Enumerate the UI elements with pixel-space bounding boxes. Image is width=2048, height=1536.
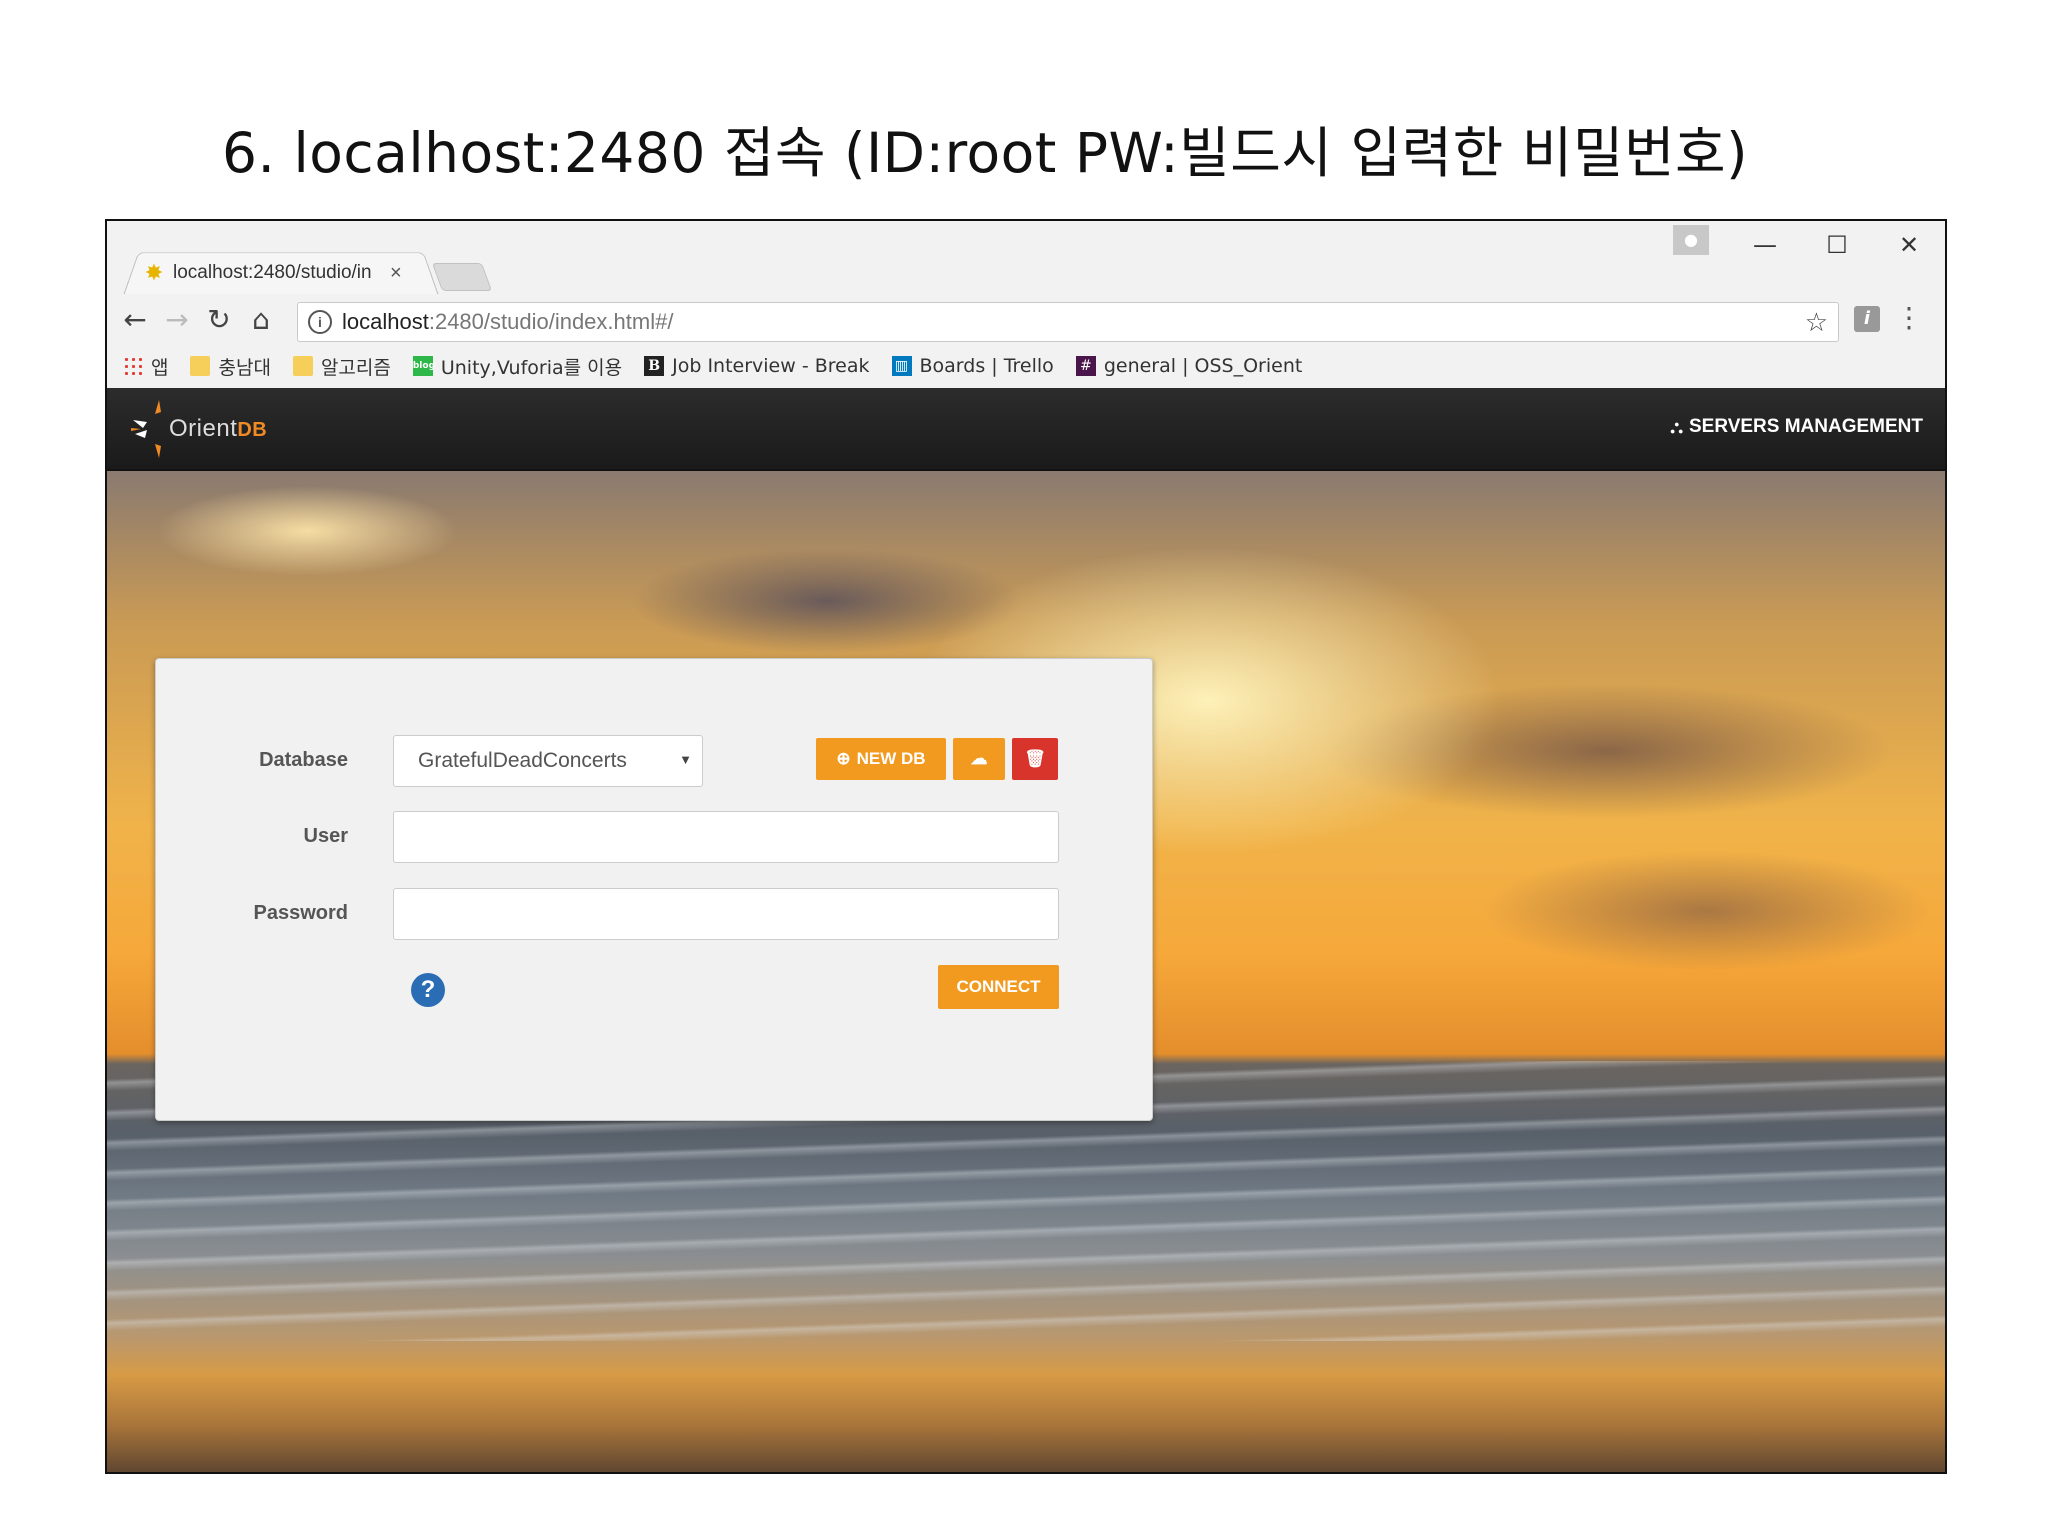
bookmark-label: 충남대 xyxy=(218,356,271,379)
folder-icon xyxy=(190,356,211,376)
b-logo-icon: B xyxy=(644,356,665,376)
tab-strip: ✸ localhost:2480/studio/in × ● — ☐ ✕ xyxy=(107,221,1945,296)
window-controls: ● — ☐ ✕ xyxy=(1673,221,1945,269)
extension-icon[interactable]: i xyxy=(1854,306,1880,332)
bookmark-job-interview[interactable]: B Job Interview - Break xyxy=(644,355,870,377)
user-input[interactable] xyxy=(393,811,1059,863)
servers-management-link[interactable]: ⛬ SERVERS MANAGEMENT xyxy=(1670,416,1923,438)
sitemap-icon: ⛬ xyxy=(1670,416,1683,437)
tab-title: localhost:2480/studio/in xyxy=(173,262,372,283)
bookmark-unity[interactable]: blog Unity,Vuforia를 이용 xyxy=(412,353,623,380)
connect-label: CONNECT xyxy=(956,977,1041,996)
sun-favicon-icon: ✸ xyxy=(144,260,164,285)
bookmark-label: 앱 xyxy=(151,356,169,379)
orientdb-wordmark: OrientDB xyxy=(169,415,267,443)
browser-toolbar: ← → ↻ ⌂ i localhost:2480/studio/index.ht… xyxy=(107,294,1945,344)
new-db-button[interactable]: ⊕ NEW DB xyxy=(816,738,946,780)
plus-circle-icon: ⊕ xyxy=(836,749,851,768)
home-icon[interactable]: ⌂ xyxy=(243,302,279,338)
database-select[interactable]: GratefulDeadConcerts ▼ xyxy=(393,735,703,787)
slide-title: 6. localhost:2480 접속 (ID:root PW:빌드시 입력한… xyxy=(222,121,1749,185)
bookmark-star-icon[interactable]: ☆ xyxy=(1805,307,1828,338)
logo-accent: DB xyxy=(237,419,268,441)
bookmark-label: Unity,Vuforia를 이용 xyxy=(440,356,623,379)
address-path: :2480/studio/index.html#/ xyxy=(428,309,674,334)
bookmark-slack[interactable]: # general | OSS_Orient xyxy=(1075,355,1303,377)
caret-down-icon: ▼ xyxy=(679,752,692,767)
password-label: Password xyxy=(253,902,348,924)
back-arrow-icon[interactable]: ← xyxy=(117,302,153,338)
bookmark-apps[interactable]: 앱 xyxy=(123,353,168,380)
slack-hash-icon: # xyxy=(1075,356,1096,376)
cloud-download-icon: ☁ xyxy=(970,749,988,768)
browser-menu-icon[interactable]: ⋮ xyxy=(1895,304,1923,332)
connect-button[interactable]: CONNECT xyxy=(938,965,1059,1009)
bookmark-trello[interactable]: ▥ Boards | Trello xyxy=(891,355,1054,377)
browser-window: ✸ localhost:2480/studio/in × ● — ☐ ✕ ← →… xyxy=(105,219,1947,1474)
bookmark-folder-algorithm[interactable]: 알고리즘 xyxy=(292,353,391,380)
apps-grid-icon xyxy=(123,356,143,376)
minimize-button[interactable]: — xyxy=(1729,231,1801,259)
user-label: User xyxy=(303,825,348,847)
blog-icon: blog xyxy=(412,356,435,376)
trello-icon: ▥ xyxy=(891,356,912,376)
folder-icon xyxy=(292,356,313,376)
bookmark-label: general | OSS_Orient xyxy=(1103,355,1303,377)
app-header: OrientDB ⛬ SERVERS MANAGEMENT xyxy=(107,388,1945,471)
bookmark-folder-chungnam[interactable]: 충남대 xyxy=(190,353,271,380)
delete-db-button[interactable]: 🗑 xyxy=(1012,738,1058,780)
servers-management-label: SERVERS MANAGEMENT xyxy=(1688,416,1923,437)
help-icon[interactable]: ? xyxy=(411,973,445,1007)
address-bar[interactable]: i localhost:2480/studio/index.html#/ ☆ xyxy=(297,302,1839,342)
reload-icon[interactable]: ↻ xyxy=(201,302,237,338)
bookmark-label: 알고리즘 xyxy=(320,356,391,379)
database-label: Database xyxy=(259,749,348,771)
bookmark-label: Boards | Trello xyxy=(919,355,1054,377)
browser-tab-content[interactable]: ✸ localhost:2480/studio/in × xyxy=(143,258,433,288)
sunset-background: Database GratefulDeadConcerts ▼ ⊕ NEW DB… xyxy=(107,471,1945,1472)
address-host: localhost xyxy=(342,309,429,334)
new-db-label: NEW DB xyxy=(856,749,926,768)
database-select-value: GratefulDeadConcerts xyxy=(418,749,627,772)
site-info-icon[interactable]: i xyxy=(308,310,332,334)
profile-icon[interactable]: ● xyxy=(1673,225,1709,255)
close-window-button[interactable]: ✕ xyxy=(1873,231,1945,259)
orientdb-logo-icon xyxy=(131,400,161,458)
trash-icon: 🗑 xyxy=(1024,749,1046,768)
login-panel: Database GratefulDeadConcerts ▼ ⊕ NEW DB… xyxy=(155,658,1153,1121)
orientdb-studio: OrientDB ⛬ SERVERS MANAGEMENT Database G… xyxy=(107,388,1945,1472)
import-db-button[interactable]: ☁ xyxy=(953,738,1005,780)
logo-text: Orient xyxy=(169,415,238,442)
forward-arrow-icon[interactable]: → xyxy=(159,302,195,338)
bookmark-label: Job Interview - Break xyxy=(672,355,870,377)
bookmarks-bar: 앱 충남대 알고리즘 blog Unity,Vuforia를 이용 B Job … xyxy=(107,344,1945,388)
tab-close-icon[interactable]: × xyxy=(390,262,402,285)
maximize-button[interactable]: ☐ xyxy=(1801,231,1873,259)
orientdb-logo[interactable]: OrientDB xyxy=(129,398,267,460)
new-tab-button[interactable] xyxy=(431,263,493,291)
password-input[interactable] xyxy=(393,888,1059,940)
